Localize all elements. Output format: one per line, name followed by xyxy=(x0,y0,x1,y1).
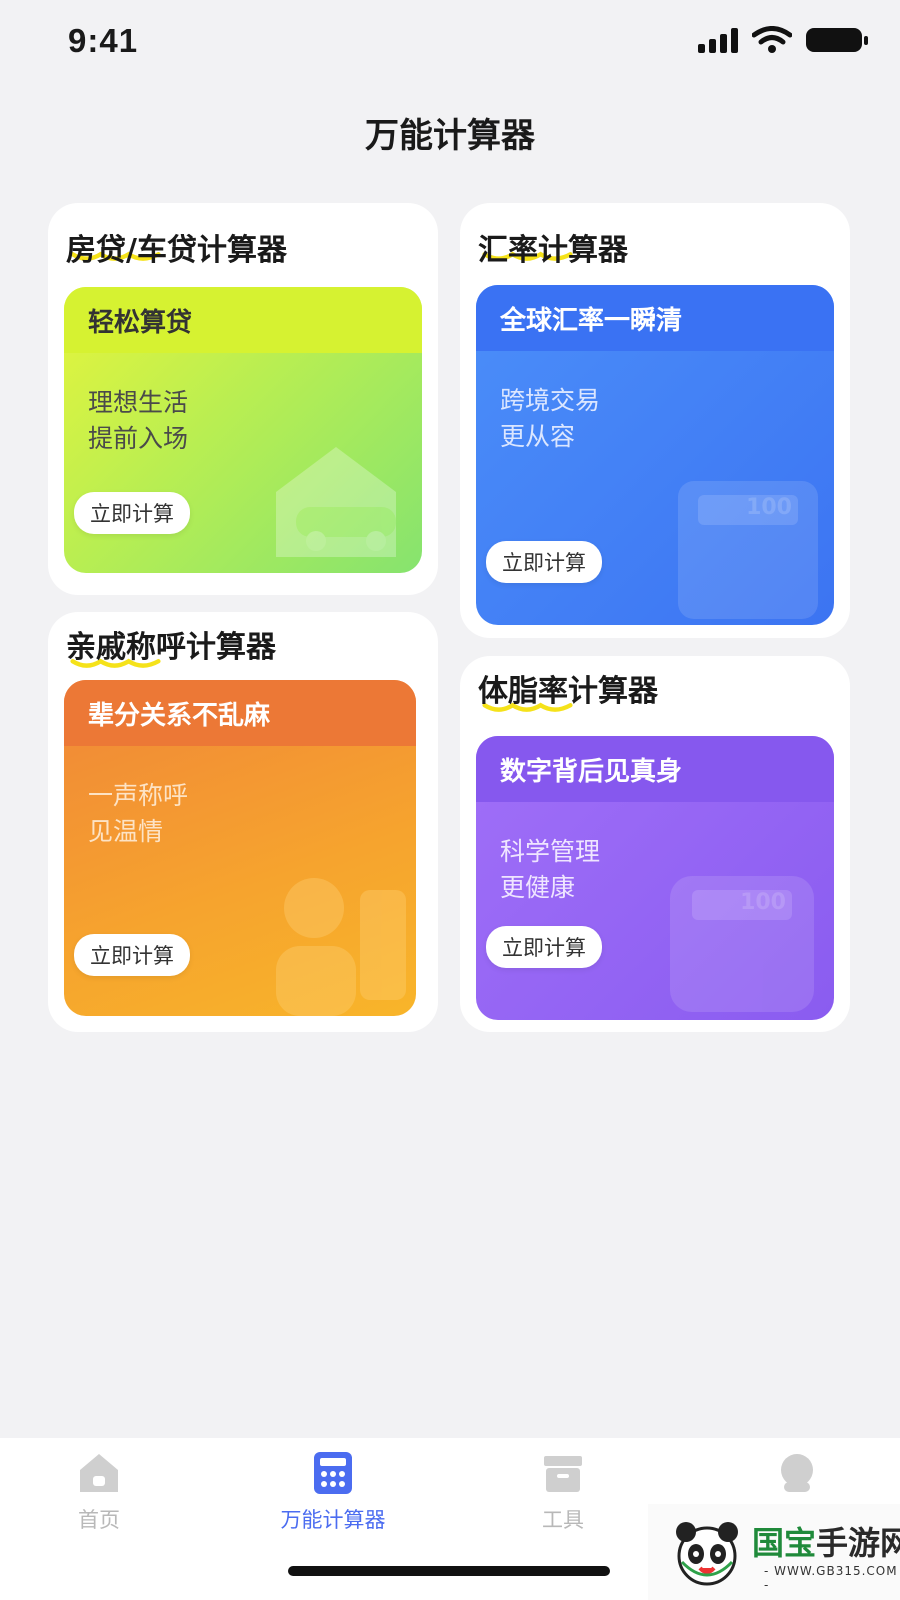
relatives-card-description: 一声称呼 见温情 xyxy=(88,778,188,850)
panda-logo-icon xyxy=(676,1522,738,1586)
home-indicator xyxy=(288,1566,610,1576)
mortgage-calculator-title: 房贷/车贷计算器 xyxy=(66,233,287,268)
exchange-card-description: 跨境交易 更从容 xyxy=(500,383,600,455)
bodyfat-calculator-panel[interactable]: 体脂率计算器 数字背后见真身 科学管理 更健康 100 立即计算 xyxy=(460,656,850,1032)
tab-tools[interactable]: 工具 xyxy=(488,1450,638,1534)
home-icon xyxy=(80,1454,118,1492)
status-time: 9:41 xyxy=(68,22,139,59)
tab-home[interactable]: 首页 xyxy=(24,1450,174,1534)
bodyfat-calculate-button[interactable]: 立即计算 xyxy=(486,926,602,968)
watermark-logo: 国宝手游网 - WWW.GB315.COM - xyxy=(648,1504,900,1600)
mortgage-card-line1: 理想生活 xyxy=(88,388,189,417)
profile-icon xyxy=(781,1454,813,1492)
calculator-illustration-icon: 100 xyxy=(678,481,818,619)
exchange-calculator-panel[interactable]: 汇率计算器 全球汇率一瞬清 跨境交易 更从容 100 立即计算 xyxy=(460,203,850,638)
relatives-card-line2: 见温情 xyxy=(88,817,164,846)
relatives-calculate-button[interactable]: 立即计算 xyxy=(74,934,190,976)
relatives-calculator-title: 亲戚称呼计算器 xyxy=(66,630,276,665)
watermark-brand-text: 国宝手游网 xyxy=(752,1518,900,1564)
tab-home-label: 首页 xyxy=(78,1508,120,1532)
scale-illustration-icon: 100 xyxy=(670,876,814,1012)
relatives-card-head: 辈分关系不乱麻 xyxy=(64,680,416,746)
exchange-card[interactable]: 全球汇率一瞬清 跨境交易 更从容 100 立即计算 xyxy=(476,285,834,625)
tab-calculator[interactable]: 万能计算器 xyxy=(258,1450,408,1534)
exchange-card-head: 全球汇率一瞬清 xyxy=(476,285,834,351)
bodyfat-calculator-title: 体脂率计算器 xyxy=(478,674,658,709)
battery-icon xyxy=(806,28,868,52)
watermark-name-dark: 手游网 xyxy=(816,1524,900,1562)
bodyfat-card[interactable]: 数字背后见真身 科学管理 更健康 100 立即计算 xyxy=(476,736,834,1020)
relatives-calculator-panel[interactable]: 亲戚称呼计算器 辈分关系不乱麻 一声称呼 见温情 立即计算 xyxy=(48,612,438,1032)
calculator-display-value: 100 xyxy=(698,495,798,525)
house-car-icon xyxy=(276,447,396,557)
wifi-icon xyxy=(752,26,792,53)
calculator-icon xyxy=(314,1452,352,1494)
exchange-card-line1: 跨境交易 xyxy=(500,386,601,415)
status-icons xyxy=(698,26,868,54)
toolbox-icon xyxy=(544,1456,582,1492)
exchange-calculate-button[interactable]: 立即计算 xyxy=(486,541,602,583)
tab-calculator-label: 万能计算器 xyxy=(280,1508,386,1532)
mortgage-card-line2: 提前入场 xyxy=(88,424,189,453)
mortgage-card[interactable]: 轻松算贷 理想生活 提前入场 立即计算 xyxy=(64,287,422,573)
relatives-card[interactable]: 辈分关系不乱麻 一声称呼 见温情 立即计算 xyxy=(64,680,416,1016)
cellular-signal-icon xyxy=(698,27,738,53)
mortgage-card-head: 轻松算贷 xyxy=(64,287,422,353)
exchange-calculator-title: 汇率计算器 xyxy=(478,233,628,268)
bodyfat-card-description: 科学管理 更健康 xyxy=(500,834,600,906)
mortgage-card-description: 理想生活 提前入场 xyxy=(88,385,188,457)
page-title: 万能计算器 xyxy=(365,116,535,156)
watermark-url: - WWW.GB315.COM - xyxy=(764,1564,898,1592)
status-bar: 9:41 xyxy=(0,0,900,90)
watermark-name-green: 国宝 xyxy=(752,1524,817,1562)
scale-display-value: 100 xyxy=(692,890,792,920)
bodyfat-card-head: 数字背后见真身 xyxy=(476,736,834,802)
relatives-card-line1: 一声称呼 xyxy=(88,781,189,810)
mortgage-calculator-panel[interactable]: 房贷/车贷计算器 轻松算贷 理想生活 提前入场 立即计算 xyxy=(48,203,438,595)
mortgage-calculate-button[interactable]: 立即计算 xyxy=(74,492,190,534)
tab-tools-label: 工具 xyxy=(542,1508,584,1532)
bodyfat-card-line1: 科学管理 xyxy=(500,837,601,866)
bodyfat-card-line2: 更健康 xyxy=(500,873,576,902)
exchange-card-line2: 更从容 xyxy=(500,422,576,451)
person-icon xyxy=(276,878,406,1016)
